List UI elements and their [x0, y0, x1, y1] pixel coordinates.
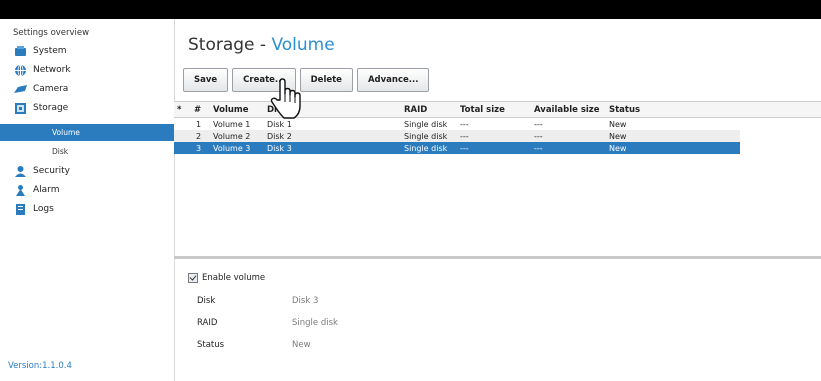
- security-icon: [14, 165, 27, 178]
- camera-icon: [14, 83, 27, 96]
- row-available-size: ---: [534, 119, 543, 129]
- row-status: New: [609, 143, 627, 153]
- header-star[interactable]: *: [177, 102, 181, 117]
- header-available-size[interactable]: Available size: [534, 102, 600, 117]
- sidebar-item-alarm[interactable]: Alarm: [14, 181, 59, 199]
- page-title-prefix: Storage -: [188, 35, 272, 55]
- sidebar-item-system[interactable]: System: [14, 42, 67, 60]
- status-value: New: [292, 340, 311, 350]
- row-available-size: ---: [534, 143, 543, 153]
- settings-overview-title[interactable]: Settings overview: [13, 28, 89, 38]
- advance-button[interactable]: Advance...: [356, 68, 430, 92]
- logs-icon: [14, 203, 27, 216]
- top-bar: [0, 0, 821, 19]
- enable-volume-label: Enable volume: [202, 273, 266, 283]
- header-total-size[interactable]: Total size: [460, 102, 505, 117]
- sidebar-item-security[interactable]: Security: [14, 162, 70, 180]
- row-total-size: ---: [460, 143, 469, 153]
- sidebar-item-camera[interactable]: Camera: [14, 80, 68, 98]
- row-total-size: ---: [460, 131, 469, 141]
- row-volume: Volume 2: [213, 131, 251, 141]
- row-num: 1: [196, 119, 202, 129]
- sidebar-item-label: Camera: [33, 84, 69, 94]
- row-disk: Disk 3: [267, 143, 292, 153]
- row-raid: Single disk: [404, 131, 448, 141]
- sidebar-item-label: System: [33, 46, 67, 56]
- sidebar-item-logs[interactable]: Logs: [14, 200, 54, 218]
- row-volume: Volume 3: [213, 143, 251, 153]
- sidebar-item-label: Storage: [33, 103, 69, 113]
- header-status[interactable]: Status: [609, 102, 640, 117]
- header-volume[interactable]: Volume: [213, 102, 249, 117]
- version-label: Version:1.1.0.4: [8, 361, 72, 371]
- disk-label: Disk: [197, 296, 216, 306]
- save-button[interactable]: Save: [183, 68, 229, 92]
- row-volume: Volume 1: [213, 119, 251, 129]
- status-label: Status: [197, 340, 225, 350]
- row-num: 3: [196, 143, 202, 153]
- sidebar-item-label: Security: [33, 166, 70, 176]
- sidebar: Settings overview System Network Camera …: [0, 19, 175, 381]
- disk-value: Disk 3: [292, 296, 319, 306]
- sidebar-item-network[interactable]: Network: [14, 61, 71, 79]
- checkbox-checked-icon[interactable]: [188, 273, 198, 283]
- alarm-icon: [14, 184, 27, 197]
- sidebar-item-label: Alarm: [33, 185, 60, 195]
- sidebar-item-storage[interactable]: Storage: [14, 99, 68, 117]
- row-total-size: ---: [460, 119, 469, 129]
- sidebar-item-label: Network: [33, 65, 71, 75]
- table-row[interactable]: 2 Volume 2 Disk 2 Single disk --- --- Ne…: [174, 130, 740, 142]
- raid-label: RAID: [197, 318, 218, 328]
- page-title: Storage - Volume: [188, 35, 335, 55]
- raid-value: Single disk: [292, 318, 338, 328]
- detail-panel: Enable volume Disk Disk 3 RAID Single di…: [174, 259, 821, 381]
- row-disk: Disk 2: [267, 131, 292, 141]
- hand-cursor-icon: [270, 78, 301, 119]
- table-row-selected[interactable]: 3 Volume 3 Disk 3 Single disk --- --- Ne…: [174, 142, 740, 154]
- system-icon: [14, 45, 27, 58]
- sidebar-item-label: Logs: [33, 204, 54, 214]
- row-available-size: ---: [534, 131, 543, 141]
- row-raid: Single disk: [404, 143, 448, 153]
- row-status: New: [609, 131, 627, 141]
- header-raid[interactable]: RAID: [404, 102, 427, 117]
- row-status: New: [609, 119, 627, 129]
- header-num[interactable]: #: [194, 102, 201, 117]
- network-icon: [14, 64, 27, 77]
- enable-volume-checkbox[interactable]: Enable volume: [188, 273, 265, 283]
- sidebar-subitem-disk[interactable]: Disk: [0, 143, 174, 160]
- row-num: 2: [196, 131, 202, 141]
- storage-icon: [14, 102, 27, 115]
- sidebar-subitem-volume[interactable]: Volume: [0, 124, 174, 141]
- page-title-accent: Volume: [271, 35, 335, 55]
- row-raid: Single disk: [404, 119, 448, 129]
